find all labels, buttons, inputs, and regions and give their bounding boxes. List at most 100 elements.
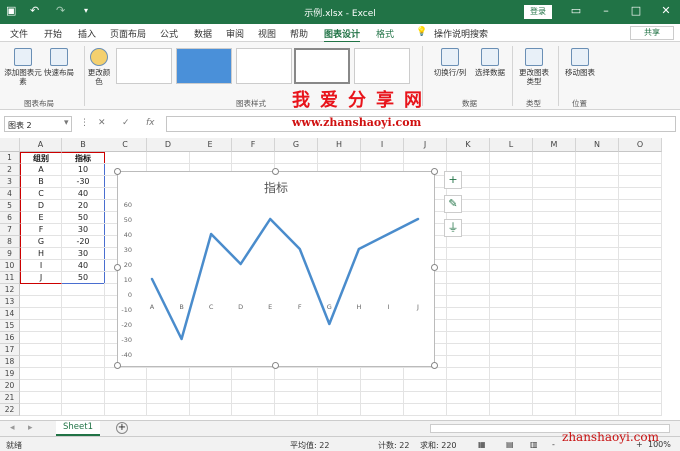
cell[interactable]: 30 bbox=[62, 248, 105, 260]
cell[interactable] bbox=[490, 404, 533, 416]
cell[interactable] bbox=[275, 392, 318, 404]
cell[interactable] bbox=[447, 284, 490, 296]
column-header-E[interactable]: E bbox=[189, 138, 232, 152]
cell[interactable] bbox=[447, 380, 490, 392]
cell[interactable] bbox=[189, 380, 232, 392]
cell[interactable] bbox=[62, 332, 105, 344]
cell[interactable] bbox=[104, 152, 147, 164]
cell[interactable] bbox=[490, 176, 533, 188]
cell[interactable] bbox=[490, 164, 533, 176]
column-header-A[interactable]: A bbox=[20, 138, 62, 152]
cell[interactable] bbox=[20, 284, 62, 296]
tab-chart-design[interactable]: 图表设计 bbox=[324, 27, 361, 43]
cell[interactable] bbox=[62, 392, 105, 404]
cell[interactable] bbox=[361, 380, 404, 392]
cell[interactable] bbox=[576, 212, 619, 224]
cell[interactable] bbox=[447, 320, 490, 332]
cell[interactable] bbox=[275, 404, 318, 416]
normal-view-icon[interactable]: ▦ bbox=[478, 440, 486, 449]
cell[interactable]: C bbox=[20, 188, 62, 200]
cell[interactable] bbox=[62, 344, 105, 356]
cell[interactable] bbox=[447, 392, 490, 404]
cell[interactable] bbox=[104, 404, 147, 416]
change-colors-button[interactable]: 更改颜色 bbox=[86, 48, 112, 86]
cell[interactable] bbox=[490, 332, 533, 344]
cell[interactable]: 10 bbox=[62, 164, 105, 176]
cell[interactable]: 40 bbox=[62, 260, 105, 272]
cell[interactable] bbox=[576, 224, 619, 236]
cell[interactable] bbox=[533, 260, 576, 272]
cell[interactable] bbox=[533, 368, 576, 380]
tell-me-search[interactable]: 操作说明搜索 bbox=[434, 27, 488, 40]
cell[interactable]: 指标 bbox=[62, 152, 105, 164]
cell[interactable]: E bbox=[20, 212, 62, 224]
cell[interactable] bbox=[576, 248, 619, 260]
cell[interactable] bbox=[533, 356, 576, 368]
cell[interactable] bbox=[62, 320, 105, 332]
close-icon[interactable]: ✕ bbox=[656, 4, 676, 17]
cell[interactable] bbox=[447, 236, 490, 248]
change-chart-type-button[interactable]: 更改图表类型 bbox=[516, 48, 552, 86]
cell[interactable] bbox=[490, 152, 533, 164]
cell[interactable] bbox=[20, 380, 62, 392]
cell[interactable] bbox=[619, 332, 662, 344]
tab-home[interactable]: 开始 bbox=[44, 27, 62, 40]
column-header-M[interactable]: M bbox=[533, 138, 576, 152]
cell[interactable] bbox=[232, 392, 275, 404]
column-header-O[interactable]: O bbox=[619, 138, 662, 152]
cell[interactable] bbox=[104, 368, 147, 380]
cell[interactable]: H bbox=[20, 248, 62, 260]
cell[interactable] bbox=[533, 176, 576, 188]
cell[interactable] bbox=[490, 272, 533, 284]
cell[interactable] bbox=[232, 404, 275, 416]
column-header-B[interactable]: B bbox=[62, 138, 105, 152]
column-header-J[interactable]: J bbox=[404, 138, 447, 152]
cell[interactable] bbox=[447, 260, 490, 272]
cell[interactable] bbox=[189, 368, 232, 380]
cell[interactable] bbox=[619, 224, 662, 236]
tab-page-layout[interactable]: 页面布局 bbox=[110, 27, 146, 40]
cell[interactable] bbox=[576, 188, 619, 200]
cell[interactable] bbox=[447, 344, 490, 356]
row-header-13[interactable]: 13 bbox=[0, 296, 20, 308]
resize-handle-b[interactable] bbox=[272, 362, 279, 369]
cell[interactable] bbox=[404, 152, 447, 164]
cell[interactable]: A bbox=[20, 164, 62, 176]
cell[interactable] bbox=[619, 164, 662, 176]
tab-review[interactable]: 审阅 bbox=[226, 27, 244, 40]
cell[interactable] bbox=[490, 320, 533, 332]
cell[interactable] bbox=[62, 356, 105, 368]
cell[interactable] bbox=[490, 212, 533, 224]
cell[interactable] bbox=[576, 356, 619, 368]
maximize-icon[interactable]: □ bbox=[626, 4, 646, 17]
cell[interactable] bbox=[576, 152, 619, 164]
cell[interactable] bbox=[447, 404, 490, 416]
cell[interactable] bbox=[576, 344, 619, 356]
cell[interactable] bbox=[147, 380, 190, 392]
cell[interactable]: 30 bbox=[62, 224, 105, 236]
cell[interactable] bbox=[619, 212, 662, 224]
cell[interactable] bbox=[576, 284, 619, 296]
minimize-icon[interactable]: – bbox=[596, 4, 616, 17]
cell[interactable] bbox=[361, 404, 404, 416]
cell[interactable] bbox=[189, 404, 232, 416]
select-data-button[interactable]: 选择数据 bbox=[472, 48, 508, 77]
cell[interactable]: 20 bbox=[62, 200, 105, 212]
cell[interactable] bbox=[447, 272, 490, 284]
cell[interactable]: G bbox=[20, 236, 62, 248]
cell[interactable]: F bbox=[20, 224, 62, 236]
cell[interactable]: -30 bbox=[62, 176, 105, 188]
cell[interactable] bbox=[619, 188, 662, 200]
cell[interactable] bbox=[447, 332, 490, 344]
cell[interactable] bbox=[447, 368, 490, 380]
row-header-6[interactable]: 6 bbox=[0, 212, 20, 224]
cell[interactable]: I bbox=[20, 260, 62, 272]
cell[interactable] bbox=[490, 392, 533, 404]
cell[interactable] bbox=[275, 380, 318, 392]
cell[interactable] bbox=[189, 152, 232, 164]
quick-layout-button[interactable]: 快速布局 bbox=[42, 48, 76, 77]
cell[interactable]: 40 bbox=[62, 188, 105, 200]
row-header-18[interactable]: 18 bbox=[0, 356, 20, 368]
cell[interactable] bbox=[619, 380, 662, 392]
row-header-4[interactable]: 4 bbox=[0, 188, 20, 200]
